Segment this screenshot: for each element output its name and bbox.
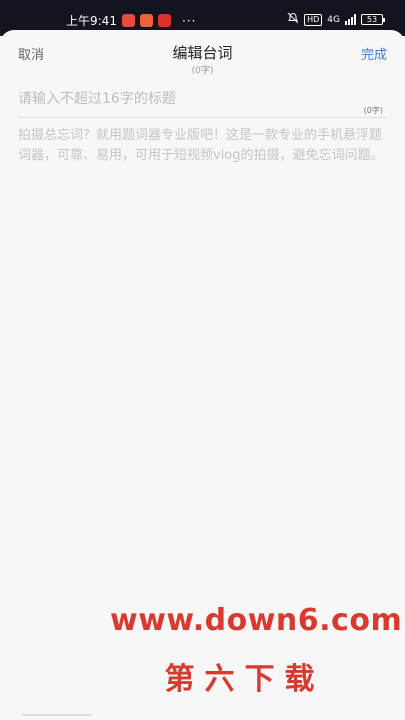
- more-notifications-icon: ···: [181, 13, 197, 28]
- home-indicator: [22, 714, 92, 716]
- notification-app-icon: [157, 14, 171, 27]
- watermark-name: 第六下载: [164, 662, 325, 697]
- page-title: 编辑台词: [172, 44, 233, 62]
- battery-icon: 53: [361, 14, 385, 25]
- title-char-count: (0字): [363, 106, 383, 115]
- status-bar-right: HD 4G 53: [287, 12, 385, 27]
- total-char-count: (0字): [191, 66, 214, 76]
- mute-icon: [287, 12, 299, 27]
- title-input[interactable]: [18, 91, 373, 107]
- status-bar-left: 上午9:41 ···: [66, 12, 196, 29]
- done-button[interactable]: 完成: [361, 44, 387, 63]
- signal-icon: [345, 14, 356, 25]
- hd-icon: HD: [304, 13, 323, 26]
- status-time: 上午9:41: [66, 14, 117, 28]
- divider: [18, 117, 387, 118]
- notification-app-icon: [121, 14, 135, 27]
- notification-app-icon: [139, 14, 153, 27]
- network-type: 4G: [327, 14, 340, 25]
- script-body-input[interactable]: [18, 126, 386, 586]
- watermark-url: www.down6.com: [110, 603, 403, 638]
